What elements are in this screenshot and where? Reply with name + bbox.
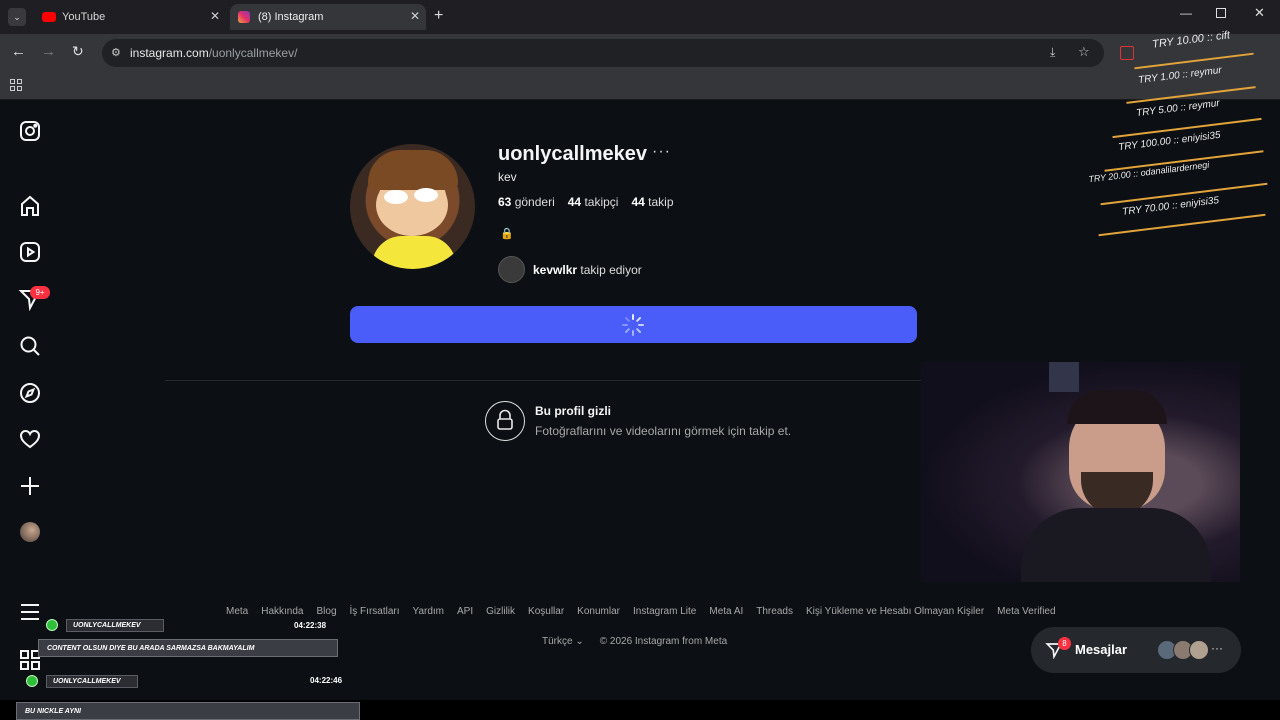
footer-link[interactable]: İş Fırsatları [350,606,400,617]
tab-search-button[interactable]: ⌄ [8,8,26,26]
back-icon[interactable]: ← [11,43,26,60]
chat-user-icon [26,675,38,687]
install-icon[interactable]: ⤓ [1050,45,1055,60]
private-subtitle: Fotoğraflarını ve videolarını görmek içi… [535,424,792,438]
webcam-overlay [921,362,1240,582]
tab-youtube[interactable]: YouTube ✕ [34,4,226,30]
posts-count: 63 [498,195,512,209]
heart-icon[interactable] [18,427,42,451]
private-title: Bu profil gizli [535,404,611,418]
close-icon[interactable]: ✕ [210,9,220,23]
tab-title: (8) Instagram [258,11,324,23]
avatar[interactable] [20,522,40,542]
footer-link[interactable]: Yardım [413,606,445,617]
tab-title: YouTube [62,11,106,23]
footer-link[interactable]: Blog [316,606,336,617]
chat-message: CONTENT OLSUN DIYE BU ARADA SARMAZSA BAK… [38,639,338,657]
chat-time: 04:22:38 [294,621,327,630]
messages-badge: 8 [1058,637,1071,650]
chat-user-icon [46,619,58,631]
mutual-follower[interactable]: kevwlkr takip ediyor [498,256,642,283]
chat-username: UONLYCALLMEKEV [46,675,138,688]
chat-time: 04:22:46 [310,676,343,685]
create-plus-icon[interactable] [18,474,42,498]
more-options-icon[interactable]: ··· [652,143,671,161]
language-select[interactable]: Türkçe ⌄ [542,636,584,647]
close-icon[interactable]: ✕ [410,9,420,23]
posts-label: gönderi [514,195,555,209]
bookmarks-bar [0,72,1280,100]
footer-link[interactable]: Kişi Yükleme ve Hesabı Olmayan Kişiler [806,606,984,617]
footer-link[interactable]: Hakkında [261,606,303,617]
chevron-down-icon: ⌄ [575,636,584,647]
language-label: Türkçe [542,636,573,647]
chat-message: BU NICKLE AYNI [16,702,360,720]
home-icon[interactable] [18,194,42,218]
mutual-text: takip ediyor [580,262,642,277]
more-icon: ··· [1211,641,1223,655]
avatar [1189,640,1209,660]
profile-stats: 63 gönderi 44 takipçi 44 takip [498,195,674,209]
url-host: instagram.com [130,46,209,60]
followers-stat[interactable]: 44 takipçi [568,195,619,209]
profile-username: uonlycallmekev [498,143,647,165]
following-stat[interactable]: 44 takip [631,195,673,209]
messages-label: Mesajlar [1075,642,1128,657]
footer-link[interactable]: Instagram Lite [633,606,696,617]
profile-full-name: kev [498,170,517,184]
footer-bottom: Türkçe ⌄ © 2026 Instagram from Meta [542,636,727,647]
mutual-avatar [498,256,525,283]
footer-link[interactable]: Koşullar [528,606,564,617]
address-toolbar: ← → ↻ ⚙ instagram.com/uonlycallmekev/ ⤓ … [0,34,1280,72]
page-scrollbar[interactable] [1268,100,1280,700]
profile-divider [165,380,925,381]
instagram-icon [238,11,250,23]
followers-label: takipçi [584,195,619,209]
footer-link[interactable]: Threads [756,606,793,617]
chat-username: UONLYCALLMEKEV [66,619,164,632]
footer-link[interactable]: Meta Verified [997,606,1055,617]
posts-stat: 63 gönderi [498,195,555,209]
lock-icon [485,401,525,441]
followers-count: 44 [567,195,582,209]
following-label: takip [648,195,674,209]
apps-grid-icon[interactable] [10,79,22,91]
url-path: /uonlycallmekev/ [208,46,298,60]
messages-button[interactable]: 8 Mesajlar ··· [1031,627,1241,673]
reels-icon[interactable] [18,240,42,264]
browser-tab-bar: ⌄ YouTube ✕ (8) Instagram ✕ + — ✕ [0,0,1280,34]
copyright: © 2026 Instagram from Meta [599,636,728,647]
following-count: 44 [631,195,645,209]
footer-link[interactable]: API [457,606,473,617]
bookmark-star-icon[interactable]: ☆ [1078,44,1090,60]
new-tab-button[interactable]: + [434,7,443,25]
restore-button[interactable] [1216,8,1226,18]
notification-badge: 9+ [30,286,50,299]
instagram-logo-icon[interactable] [18,119,42,143]
mutual-username: kevwlkr [533,262,578,277]
reload-icon[interactable]: ↻ [72,43,84,60]
mutual-text-wrap: kevwlkr takip ediyor [533,263,642,277]
forward-icon[interactable]: → [41,43,56,60]
menu-icon[interactable] [18,600,42,624]
footer-link[interactable]: Meta AI [709,606,743,617]
bio-lock-emoji: 🔒 [500,228,514,240]
extension-icon[interactable] [1120,46,1134,60]
footer-link[interactable]: Meta [226,606,248,617]
site-settings-icon[interactable]: ⚙ [111,46,121,59]
footer-link[interactable]: Gizlilik [486,606,515,617]
explore-icon[interactable] [18,381,42,405]
url-bar[interactable]: ⚙ instagram.com/uonlycallmekev/ ⤓ ☆ [102,39,1104,67]
close-window-button[interactable]: ✕ [1254,5,1265,21]
footer-link[interactable]: Konumlar [577,606,620,617]
tab-instagram[interactable]: (8) Instagram ✕ [230,4,426,30]
profile-picture[interactable] [350,144,475,269]
youtube-icon [42,12,56,22]
minimize-button[interactable]: — [1180,6,1192,20]
search-icon[interactable] [18,334,42,358]
footer-links: Meta Hakkında Blog İş Fırsatları Yardım … [226,606,1056,617]
loading-spinner-icon [622,314,644,336]
